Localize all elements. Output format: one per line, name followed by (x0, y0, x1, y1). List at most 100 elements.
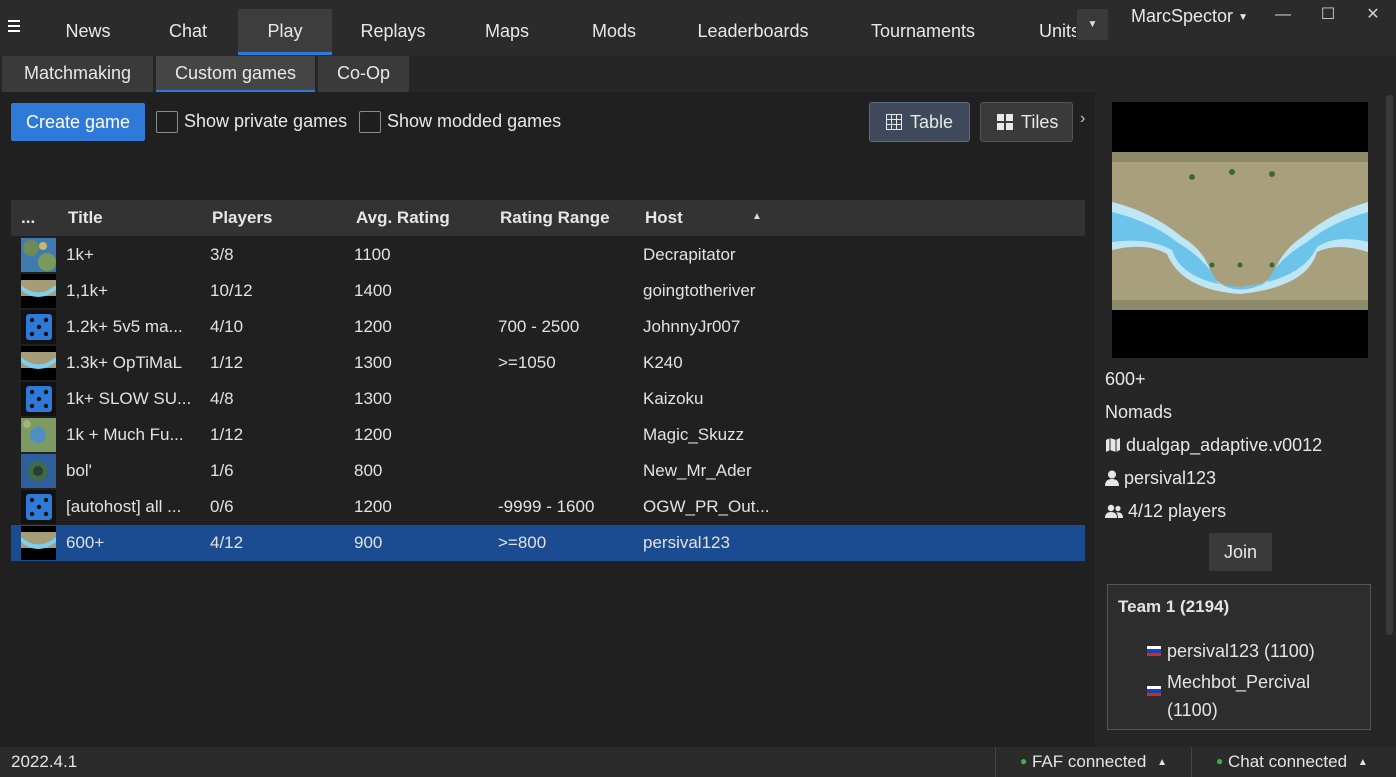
random-map-dice-icon (21, 382, 56, 416)
create-game-button[interactable]: Create game (11, 103, 145, 141)
row-rating-range: 700 - 2500 (498, 317, 580, 336)
row-players: 3/8 (210, 245, 234, 264)
row-title: 1,1k+ (66, 281, 109, 300)
minimize-button[interactable]: — (1268, 4, 1298, 28)
row-avg-rating: 1400 (354, 281, 392, 300)
game-host-name: persival123 (1124, 468, 1217, 488)
map-preview-image (1112, 102, 1368, 358)
table-icon (886, 114, 902, 130)
table-row[interactable] (11, 237, 1085, 273)
flag-icon (1147, 686, 1161, 696)
row-host: Magic_Skuzz (643, 425, 745, 444)
row-avg-rating: 1300 (354, 389, 392, 408)
row-host: Decrapitator (643, 245, 736, 264)
map-thumbnail (21, 346, 56, 380)
row-players: 4/12 (210, 533, 244, 552)
tab-replays[interactable]: Replays (344, 9, 442, 55)
col-header-host[interactable]: Host (645, 208, 683, 228)
subtab-custom-games[interactable]: Custom games (156, 56, 315, 92)
row-avg-rating: 800 (354, 461, 383, 480)
game-players-count: 4/12 players (1128, 501, 1227, 521)
team-player[interactable]: persival123 (1100) (1167, 641, 1315, 662)
tab-play[interactable]: Play (238, 9, 332, 55)
join-button[interactable]: Join (1209, 533, 1272, 571)
tiles-icon (997, 114, 1013, 130)
row-players: 4/10 (210, 317, 244, 336)
row-avg-rating: 1300 (354, 353, 392, 372)
version-label: 2022.4.1 (11, 752, 78, 771)
game-mode: Nomads (1105, 402, 1173, 422)
row-title: 1k+ SLOW SU... (66, 389, 192, 408)
show-modded-checkbox[interactable] (359, 111, 381, 133)
divider (995, 747, 996, 777)
chat-status[interactable]: ● Chat connected ▲ (1216, 752, 1368, 772)
tab-maps[interactable]: Maps (462, 9, 552, 55)
chevron-down-icon: ▼ (1238, 12, 1248, 23)
subtab-coop[interactable]: Co-Op (318, 56, 409, 92)
col-header-rating-range[interactable]: Rating Range (500, 208, 610, 228)
map-thumbnail (21, 418, 56, 452)
tab-mods[interactable]: Mods (570, 9, 658, 55)
row-avg-rating: 1200 (354, 425, 392, 444)
table-row[interactable] (11, 453, 1085, 489)
table-view-button[interactable]: Table (869, 102, 970, 142)
map-thumbnail (21, 454, 56, 488)
faf-status[interactable]: ● FAF connected ▲ (1020, 752, 1167, 772)
username-label: MarcSpector (1131, 6, 1234, 26)
faf-status-label: FAF connected (1031, 752, 1147, 771)
row-host: JohnnyJr007 (643, 317, 741, 336)
sort-ascending-icon: ▲ (752, 211, 762, 222)
row-host: K240 (643, 353, 683, 372)
online-dot-icon: ● (1020, 754, 1028, 768)
flag-icon (1147, 646, 1161, 656)
row-players: 1/6 (210, 461, 234, 480)
hamburger-menu-icon[interactable] (8, 14, 28, 38)
row-avg-rating: 1200 (354, 317, 392, 336)
col-header-avg-rating[interactable]: Avg. Rating (356, 208, 450, 228)
row-host: Kaizoku (643, 389, 704, 408)
row-title: bol' (66, 461, 92, 480)
row-players: 0/6 (210, 497, 234, 516)
maximize-button[interactable]: ☐ (1313, 4, 1343, 28)
row-host: OGW_PR_Out... (643, 497, 770, 516)
row-avg-rating: 1200 (354, 497, 392, 516)
col-header-thumbnail[interactable]: ... (21, 208, 35, 228)
row-title: 1k + Much Fu... (66, 425, 184, 444)
show-modded-label[interactable]: Show modded games (387, 111, 561, 132)
team-player[interactable]: Mechbot_Percival (1100) (1167, 668, 1337, 724)
col-header-players[interactable]: Players (212, 208, 273, 228)
game-map-line: dualgap_adaptive.v0012 (1105, 435, 1322, 456)
show-private-label[interactable]: Show private games (184, 111, 347, 132)
row-host: goingtotheriver (643, 281, 756, 300)
collapse-panel-chevron-icon[interactable]: › (1080, 110, 1085, 128)
row-rating-range: >=1050 (498, 353, 556, 372)
close-button[interactable]: ✕ (1358, 4, 1388, 28)
table-view-label: Table (910, 112, 954, 132)
col-header-title[interactable]: Title (68, 208, 103, 228)
map-thumbnail (21, 274, 56, 308)
row-avg-rating: 1100 (354, 245, 391, 264)
user-menu[interactable]: MarcSpector ▼ (1131, 6, 1248, 27)
random-map-dice-icon (21, 490, 56, 524)
map-thumbnail (21, 238, 56, 272)
row-players: 4/8 (210, 389, 234, 408)
map-thumbnail (21, 526, 56, 560)
row-rating-range: -9999 - 1600 (498, 497, 595, 516)
tab-news[interactable]: News (42, 9, 134, 55)
tab-chat[interactable]: Chat (142, 9, 234, 55)
tab-leaderboards[interactable]: Leaderboards (680, 9, 826, 55)
row-players: 1/12 (210, 353, 244, 372)
row-host: New_Mr_Ader (643, 461, 752, 480)
side-panel-scrollbar[interactable] (1386, 95, 1393, 635)
tabs-overflow-button[interactable]: ▼ (1077, 9, 1108, 40)
tab-tournaments[interactable]: Tournaments (852, 9, 994, 55)
tab-units[interactable]: Units (1030, 9, 1076, 55)
show-private-checkbox[interactable] (156, 111, 178, 133)
table-row[interactable] (11, 525, 1085, 561)
chat-status-label: Chat connected (1227, 752, 1348, 771)
row-host: persival123 (643, 533, 730, 552)
tiles-view-button[interactable]: Tiles (980, 102, 1073, 142)
row-players: 10/12 (210, 281, 253, 300)
table-row[interactable] (11, 273, 1085, 309)
subtab-matchmaking[interactable]: Matchmaking (2, 56, 153, 92)
